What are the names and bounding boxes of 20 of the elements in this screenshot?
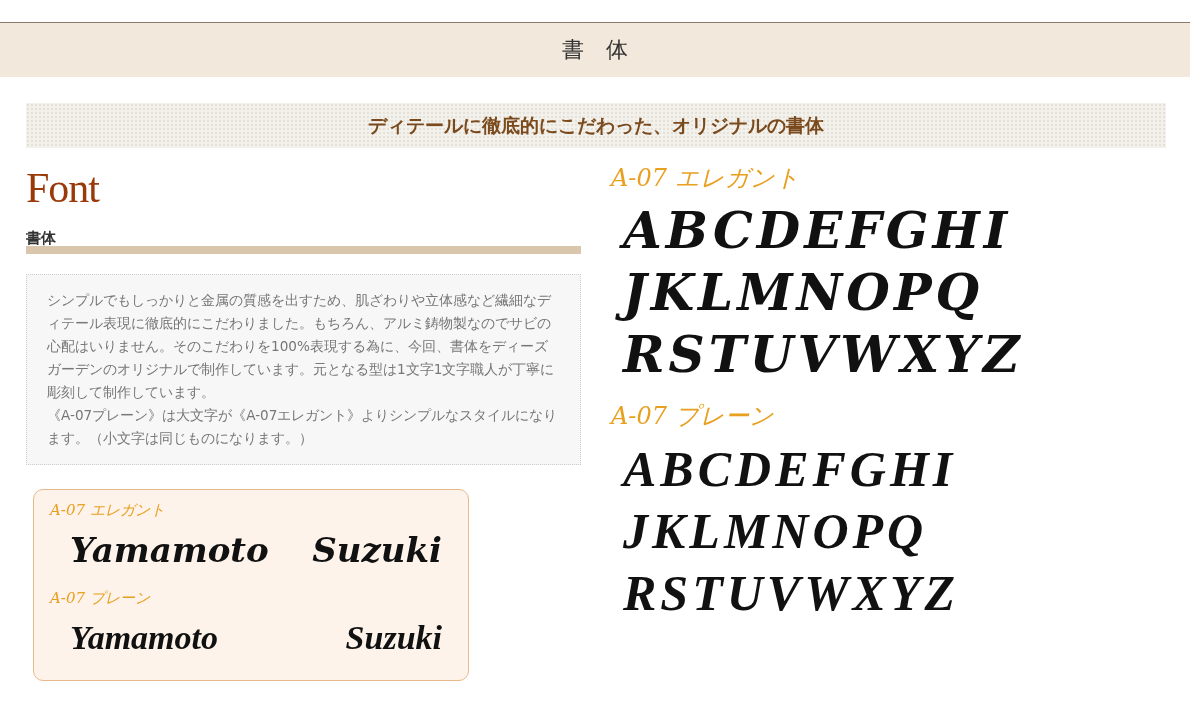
font-name: A-07 プレーン [611,401,775,432]
alphabet-line: RSTUVWXYZ [621,324,1025,386]
font-name: A-07 エレガント [611,163,801,194]
description-text: シンプルでもしっかりと金属の質感を出すため、肌ざわりや立体感など繊細なディテール表現に徹底的にこだわりました。もちろん、アルミ鋳物製なのでサビの心配はいりません。そのこだわりを100%表現する為に、今回、書体をディーズガーデンのオリジナルで制作しています。元となる型は1文字1文字職人が丁寧に彫刻して制作しています。 [47,291,556,402]
alphabet-line: RSTUVWXYZ [622,564,961,623]
sample-label: A-07 エレガント [50,500,166,521]
sample-name: Suzuki [312,529,443,572]
sample-label: A-07 プレーン [50,588,151,609]
banner-text: ディテールに徹底的にこだわった、オリジナルの書体 [368,112,824,138]
subheading: 書体 [26,230,57,246]
alphabet-line: ABCDEFGHI [611,438,967,500]
alphabet-line: JKLMNOPQ [611,262,994,324]
sample-name: Yamamoto [70,618,219,658]
alphabet-line: ABCDEFGHI [611,200,1022,262]
sample-name: Yamamoto [70,529,270,572]
section-heading: Font [26,164,101,212]
sample-name: Suzuki [345,618,443,658]
description-text: 《A-07プレーン》は大文字が《A-07エレガント》よりシンプルなスタイルになります。（小文字は同じものになります。） [47,406,559,448]
alphabet-line: JKLMNOPQ [622,502,929,561]
page-title: 書 体 [562,36,628,64]
